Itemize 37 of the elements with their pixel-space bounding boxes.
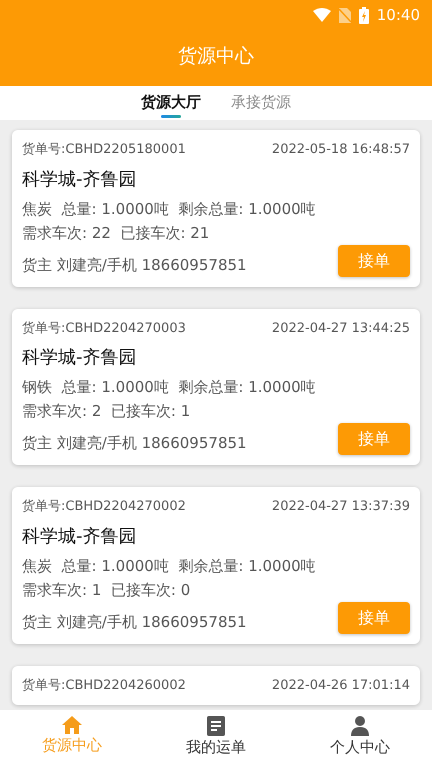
route-title: 科学城-齐鲁园 <box>22 524 138 548</box>
order-time: 2022-05-18 16:48:57 <box>272 141 410 159</box>
trip-counts: 需求车次: 22 已接车次: 21 <box>22 222 210 244</box>
page-title: 货源中心 <box>177 44 255 69</box>
cargo-info: 焦炭 总量: 1.0000吨 剩余总量: 1.0000吨 <box>22 556 317 576</box>
order-time: 2022-04-27 13:44:25 <box>272 320 410 338</box>
order-number: 货单号:CBHD2205180001 <box>22 141 186 159</box>
nav-tab[interactable]: 我的运单 <box>144 710 288 768</box>
accept-button[interactable]: 接单 <box>338 244 410 276</box>
order-number: 货单号:CBHD2204270002 <box>22 498 186 516</box>
order-time: 2022-04-27 13:37:39 <box>272 498 410 516</box>
cargo-info: 钢铁 总量: 1.0000吨 剩余总量: 1.0000吨 <box>22 377 317 398</box>
tab[interactable]: 承接货源 <box>231 86 291 120</box>
route-title: 科学城-齐鲁园 <box>22 168 138 192</box>
person-icon <box>351 716 369 736</box>
nav-tab[interactable]: 货源中心 <box>0 710 144 768</box>
trip-counts: 需求车次: 2 已接车次: 1 <box>22 401 192 422</box>
order-time: 2022-04-26 17:01:14 <box>272 676 410 694</box>
tab-underline <box>161 115 181 118</box>
owner-contact: 货主 刘建亮/手机 18660957851 <box>22 612 247 632</box>
route-title: 科学城-齐鲁园 <box>22 346 138 370</box>
cargo-info: 焦炭 总量: 1.0000吨 剩余总量: 1.0000吨 <box>22 198 317 220</box>
accept-button[interactable]: 接单 <box>338 602 410 634</box>
wifi-icon <box>312 8 331 22</box>
nav-tab[interactable]: 个人中心 <box>288 710 432 768</box>
owner-contact: 货主 刘建亮/手机 18660957851 <box>22 254 247 276</box>
battery-icon <box>358 6 369 24</box>
trip-counts: 需求车次: 1 已接车次: 0 <box>22 580 192 600</box>
document-icon <box>207 716 225 736</box>
status-time: 10:40 <box>376 4 420 26</box>
owner-contact: 货主 刘建亮/手机 18660957851 <box>22 433 247 454</box>
order-number: 货单号:CBHD2204260002 <box>22 676 186 694</box>
order-number: 货单号:CBHD2204270003 <box>22 320 186 338</box>
tab[interactable]: 货源大厅 <box>141 86 201 120</box>
home-icon <box>62 716 82 734</box>
accept-button[interactable]: 接单 <box>338 423 410 455</box>
no-sim-icon <box>338 8 351 22</box>
